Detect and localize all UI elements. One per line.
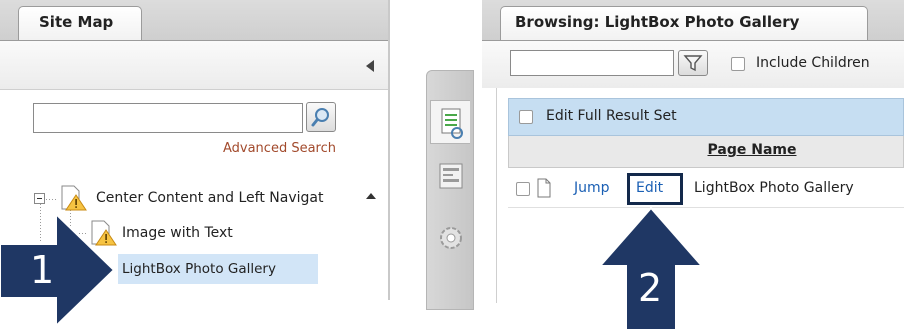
advanced-search-link[interactable]: Advanced Search: [150, 141, 336, 156]
step-1-arrow-icon: [0, 214, 116, 326]
site-map-search-input[interactable]: [33, 103, 303, 133]
include-children-checkbox[interactable]: [731, 57, 745, 71]
page-icon: [537, 178, 551, 198]
search-button[interactable]: [306, 102, 336, 132]
edit-full-result-set-checkbox[interactable]: [519, 110, 533, 124]
funnel-icon: [683, 55, 703, 72]
page-list-button[interactable]: [430, 100, 470, 144]
filter-button[interactable]: [678, 50, 708, 76]
browsing-tab[interactable]: Browsing: LightBox Photo Gallery: [500, 6, 868, 42]
site-map-tab[interactable]: Site Map: [18, 6, 142, 42]
collapse-panel-icon[interactable]: [366, 60, 374, 72]
tree-connector: [46, 199, 58, 200]
page-list-icon: [441, 108, 463, 139]
tree-item-image-with-text[interactable]: Image with Text: [122, 225, 233, 241]
form-icon[interactable]: [438, 162, 464, 190]
panel-divider[interactable]: [388, 0, 390, 300]
tree-item-lightbox-photo-gallery[interactable]: LightBox Photo Gallery: [122, 261, 276, 277]
step-1-label: 1: [30, 248, 55, 292]
warning-page-icon: [61, 185, 87, 211]
include-children-label: Include Children: [756, 55, 870, 71]
edit-highlight-box: [627, 173, 683, 205]
edit-full-result-set-label: Edit Full Result Set: [546, 108, 677, 124]
tree-collapse-toggle[interactable]: [34, 193, 45, 204]
row-select-checkbox[interactable]: [516, 182, 530, 196]
row-page-name: LightBox Photo Gallery: [694, 180, 854, 196]
site-map-toolbar: [0, 40, 390, 90]
gear-icon[interactable]: [437, 224, 465, 252]
column-header-page-name[interactable]: Page Name: [600, 142, 904, 158]
step-2-label: 2: [638, 266, 663, 310]
search-icon: [311, 108, 329, 127]
jump-link[interactable]: Jump: [574, 180, 610, 196]
browsing-filter-input[interactable]: [510, 50, 674, 76]
tree-item-center-content[interactable]: Center Content and Left Navigat: [96, 190, 323, 206]
scroll-up-icon[interactable]: [366, 193, 376, 199]
